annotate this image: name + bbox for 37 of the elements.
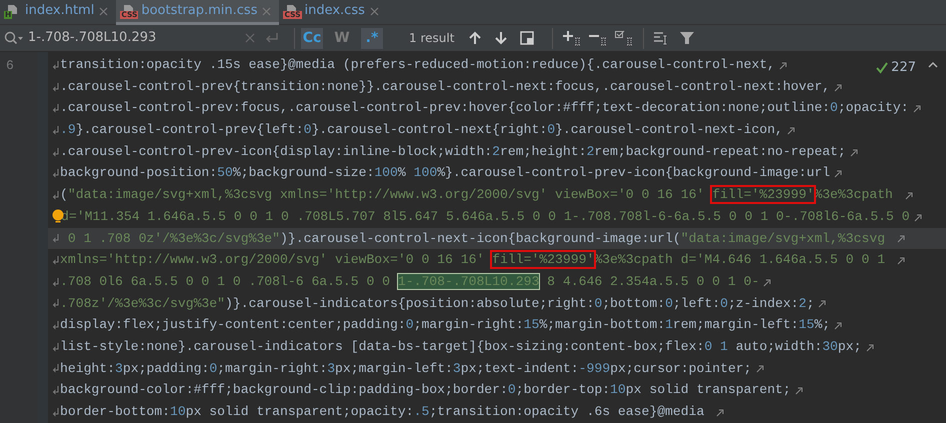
code-line: background-color:#fff;background-clip:padding-box;border:0;border-top:10px solid transparent; xyxy=(60,381,791,400)
window-icon[interactable] xyxy=(520,31,534,45)
search-icon xyxy=(4,31,24,45)
caret-up-icon[interactable] xyxy=(928,61,938,68)
code-line: list-style:none}.carousel-indicators [data-bs-target]{box-sizing:content-box;flex:0 1 auto;width:30px; xyxy=(60,338,862,356)
code-line: .carousel-control-prev{transition:none}}.carousel-control-next:focus,.carousel-control-next:hover, xyxy=(60,78,830,96)
search-option-toggle[interactable]: .* xyxy=(361,28,383,48)
code-line: border-bottom:10px solid transparent;opacity:.5;transition:opacity .6s ease}@media xyxy=(60,403,706,422)
code-line: .carousel-control-prev:focus,.carousel-control-prev:hover{color:#fff;text-decoration:none;outline:0;opacity: xyxy=(60,99,909,118)
code-line: .708 0l6 6a.5.5 0 0 1 0 .708l-6 6a.5.5 0 0 1-.708-.708L10.293 8 4.646 2.354a.5.5 0 0 1 0- xyxy=(60,272,760,291)
list-filter-icon[interactable] xyxy=(654,31,668,45)
down-arrow-icon[interactable] xyxy=(494,31,508,45)
search-field[interactable]: 1-.708-.708L10.293 xyxy=(24,28,244,48)
code-line: height:3px;padding:0;margin-right:3px;margin-left:3px;text-indent:-999px;cursor:pointer; xyxy=(60,360,752,378)
result-count: 1 result xyxy=(409,30,454,47)
inspection-count: 227 xyxy=(891,59,916,77)
code-line: ("data:image/svg+xml,%3csvg xmlns='http://www.w3.org/2000/svg' viewBox='0 0 16 16' fill='%23999'%3e%3cpath xyxy=(60,186,894,204)
code-line: .708z'/%3e%3c/svg%3e")}.carousel-indicators{position:absolute;right:0;bottom:0;left:0;z-index:2; xyxy=(60,294,814,313)
code-line: 0 1 .708 0z'/%3e%3c/svg%3e")}.carousel-control-next-icon{background-image:url("data:image/svg+xml,%3csvg xyxy=(66,230,886,248)
close-icon xyxy=(262,6,272,16)
code-line: d='M11.354 1.646a.5.5 0 0 1 0 .708L5.707 8l5.647 5.646a.5.5 0 0 1-.708.708l-6-6a.5.5 0 0 1 0-.708l6-6a.5.5 0 xyxy=(61,208,910,226)
code-line: .9}.carousel-control-prev{left:0}.carousel-control-next{right:0}.carousel-control-next-icon, xyxy=(60,121,783,140)
up-arrow-icon[interactable] xyxy=(468,31,482,45)
select-all-icon[interactable] xyxy=(615,30,634,46)
search-option-toggle[interactable]: W xyxy=(331,28,353,48)
code-line: display:flex;justify-content:center;padding:0;margin-right:15%;margin-bottom:1rem;margin-left:15%; xyxy=(60,316,830,334)
code-line: transition:opacity .15s ease}@media (prefers-reduced-motion:reduce){.carousel-control-next, xyxy=(60,56,776,74)
code-line: xmlns='http://www.w3.org/2000/svg' viewBox='0 0 16 16' fill='%23999'%3e%3cpath d='M4.646 1.646a.5.5 0 0 1 xyxy=(60,251,886,270)
filter-icon[interactable] xyxy=(680,31,694,45)
line-number: 6 xyxy=(6,58,14,73)
code-line: .carousel-control-prev-icon{display:inline-block;width:2rem;height:2rem;background-repeat:no-repeat; xyxy=(60,142,846,161)
check-icon xyxy=(876,62,888,74)
close-icon xyxy=(370,6,379,16)
search-option-toggle[interactable]: Cc xyxy=(301,28,323,48)
add-selection-icon[interactable] xyxy=(563,30,582,46)
close-icon xyxy=(99,6,108,16)
code-line: background-position:50%;background-size:100% 100%}.carousel-control-prev-icon{background-image:url xyxy=(60,164,830,182)
